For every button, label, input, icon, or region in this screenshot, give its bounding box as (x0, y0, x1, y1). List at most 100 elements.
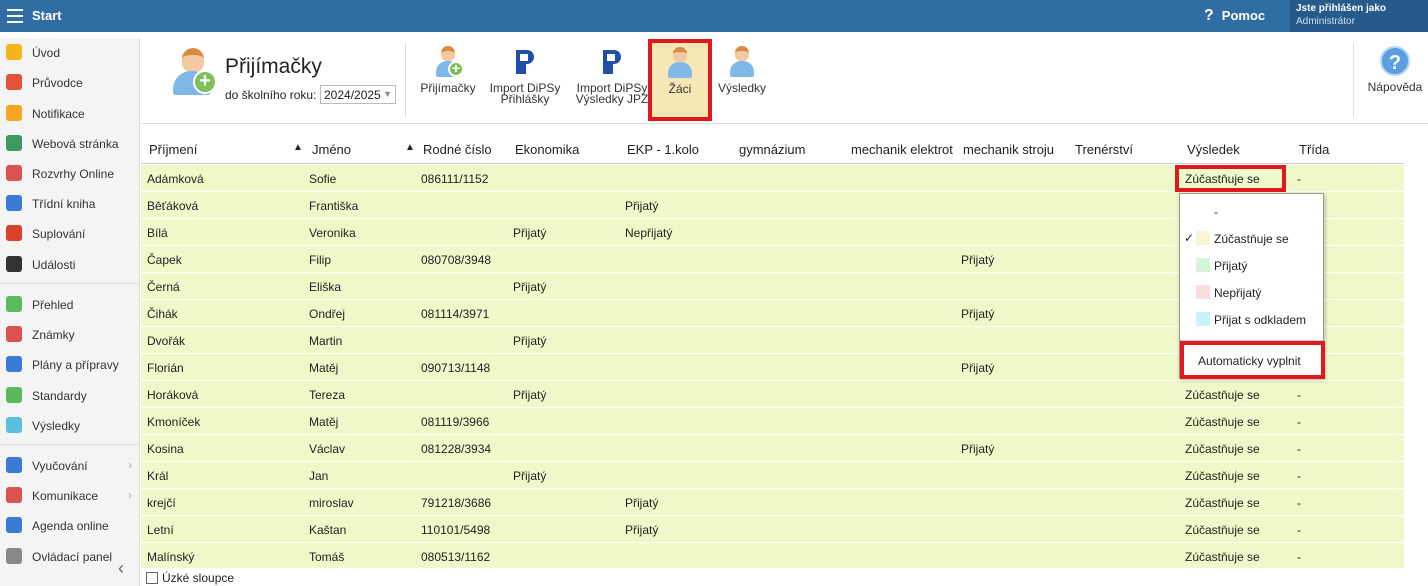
envelope-icon (6, 105, 22, 121)
table-header: Příjmení ▲ Jméno ▲ Rodné číslo Ekonomika… (141, 133, 1404, 164)
sidebar-item[interactable]: Notifikace (0, 101, 140, 125)
cell-surname: Běťáková (147, 199, 199, 213)
cell-ekp: Přijatý (625, 496, 659, 510)
sidebar-item[interactable]: Standardy (0, 383, 140, 407)
cell-economics: Přijatý (513, 226, 547, 240)
sidebar-item[interactable]: Agenda online (0, 513, 140, 537)
app-title[interactable]: Start (32, 8, 62, 23)
sidebar-item-label: Známky (32, 328, 75, 342)
chevron-right-icon: › (128, 488, 132, 502)
user-box[interactable]: Jste přihlášen jako Administrátor (1290, 0, 1428, 32)
sidebar-item[interactable]: Komunikace › (0, 483, 140, 507)
cell-result[interactable]: Zúčastňuje se (1185, 496, 1260, 510)
cell-result[interactable]: Zúčastňuje se (1185, 550, 1260, 564)
sidebar: Úvod Průvodce Notifikace Webová stránka Rozv… (0, 38, 140, 586)
col-header-economics[interactable]: Ekonomika (515, 142, 579, 157)
students-button[interactable]: Žáci (648, 39, 712, 121)
hamburger-menu-icon[interactable] (7, 9, 23, 23)
cell-name: Václav (309, 442, 346, 456)
cell-surname: Čapek (147, 253, 182, 267)
cell-economics: Přijatý (513, 280, 547, 294)
sidebar-item-label: Agenda online (32, 519, 109, 533)
sidebar-item[interactable]: Webová stránka (0, 131, 140, 155)
dropdown-option-label: Zúčastňuje se (1214, 232, 1289, 246)
table-row[interactable]: Král Jan Přijatý Zúčastňuje se - (141, 462, 1404, 489)
dropdown-option[interactable]: Přijat s odkladem (1180, 306, 1323, 333)
table-row[interactable]: Kmoníček Matěj 081119/3966 Zúčastňuje se - (141, 408, 1404, 435)
cell-birth-number: 110101/5498 (421, 523, 491, 537)
sidebar-item[interactable]: Známky (0, 322, 140, 346)
cell-result[interactable]: Zúčastňuje se (1185, 469, 1260, 483)
import-dipsy-results-button[interactable]: Import DiPSy Výsledky JPZ (571, 46, 653, 105)
sidebar-item[interactable]: Třídní kniha (0, 191, 140, 215)
cell-result[interactable]: Zúčastňuje se (1185, 415, 1260, 429)
cell-class: - (1297, 469, 1301, 483)
dropdown-option[interactable]: Nepřijatý (1180, 279, 1323, 306)
cell-surname: Čihák (147, 307, 178, 321)
sidebar-divider (0, 444, 140, 445)
sidebar-item[interactable]: Plány a přípravy (0, 352, 140, 376)
sidebar-item[interactable]: Úvod (0, 40, 140, 64)
admissions-button[interactable]: + Přijímačky (417, 46, 479, 94)
col-header-machine-mechanic[interactable]: mechanik stroju (963, 142, 1054, 157)
sidebar-item[interactable]: Suplování (0, 221, 140, 245)
table-row[interactable]: Horáková Tereza Přijatý Zúčastňuje se - (141, 381, 1404, 408)
sidebar-item[interactable]: Rozvrhy Online (0, 161, 140, 185)
cell-name: Martin (309, 334, 343, 348)
sidebar-item[interactable]: Výsledky (0, 413, 140, 437)
results-button[interactable]: Výsledky (713, 46, 771, 94)
help-link[interactable]: ? Pomoc (1204, 7, 1265, 25)
cell-name: Jan (309, 469, 329, 483)
col-header-birth-number[interactable]: Rodné číslo (423, 142, 492, 157)
cell-result[interactable]: Zúčastňuje se (1185, 388, 1260, 402)
col-header-coaching[interactable]: Trenérství (1075, 142, 1133, 157)
sidebar-item-label: Ovládací panel (32, 550, 113, 564)
help-button[interactable]: ? Nápověda (1365, 42, 1425, 93)
students-button-label: Žáci (668, 82, 692, 96)
cell-machine: Přijatý (961, 361, 995, 375)
collapse-sidebar-icon[interactable]: ‹ (118, 558, 124, 579)
chat-icon (6, 487, 22, 503)
sidebar-item[interactable]: Přehled (0, 292, 140, 316)
cell-birth-number: 086111/1152 (421, 172, 489, 186)
calendar-icon (6, 256, 22, 272)
cell-ekp: Přijatý (625, 523, 659, 537)
col-header-ekp-round1[interactable]: EKP - 1.kolo (627, 142, 699, 157)
star-icon (6, 44, 22, 60)
cell-result[interactable]: Zúčastňuje se (1185, 442, 1260, 456)
cell-name: miroslav (309, 496, 354, 510)
col-header-result[interactable]: Výsledek (1187, 142, 1240, 157)
table-row[interactable]: Kosina Václav 081228/3934 Přijatý Zúčastňuje… (141, 435, 1404, 462)
dropdown-option-label: Přijatý (1214, 259, 1248, 273)
dropdown-option[interactable]: Přijatý (1180, 252, 1323, 279)
sidebar-item[interactable]: Vyučování › (0, 453, 140, 477)
toolbar-divider (405, 43, 406, 117)
col-header-gymnasium[interactable]: gymnázium (739, 142, 805, 157)
cell-name: Františka (309, 199, 359, 213)
narrow-columns-checkbox[interactable] (146, 572, 158, 584)
checkmark-icon: ✓ (1184, 231, 1195, 245)
sidebar-item-label: Průvodce (32, 76, 83, 90)
dropdown-option[interactable]: ✓ Zúčastňuje se (1180, 225, 1323, 252)
sidebar-item-label: Přehled (32, 298, 74, 312)
col-header-name[interactable]: Jméno (312, 142, 351, 157)
import-dipsy-applications-button[interactable]: Import DiPSy Přihlášky (485, 46, 565, 105)
table-row[interactable]: Letní Kaštan 110101/5498 Přijatý Zúčastňuje … (141, 516, 1404, 543)
col-header-surname[interactable]: Příjmení (149, 142, 197, 157)
table-row[interactable]: Malínský Tomáš 080513/1162 Zúčastňuje se - (141, 543, 1404, 570)
table-row[interactable]: krejčí miroslav 791218/3686 Přijatý Zúčastňu… (141, 489, 1404, 516)
sort-asc-icon[interactable]: ▲ (293, 142, 303, 153)
cell-name: Veronika (309, 226, 356, 240)
grades-icon (6, 326, 22, 342)
sidebar-item[interactable]: Události (0, 252, 140, 276)
dropdown-option[interactable]: - (1180, 198, 1323, 225)
school-year-select[interactable]: 2024/2025 ▼ (320, 85, 396, 104)
cell-surname: Dvořák (147, 334, 186, 348)
sidebar-item[interactable]: Průvodce (0, 70, 140, 94)
cell-result[interactable]: Zúčastňuje se (1185, 523, 1260, 537)
cell-surname: Letní (147, 523, 174, 537)
col-header-class[interactable]: Třída (1299, 142, 1329, 157)
auto-fill-option[interactable]: Automaticky vyplnit (1180, 341, 1325, 379)
col-header-electro-mechanic[interactable]: mechanik elektrot (851, 142, 953, 157)
sort-asc-icon[interactable]: ▲ (405, 142, 415, 153)
